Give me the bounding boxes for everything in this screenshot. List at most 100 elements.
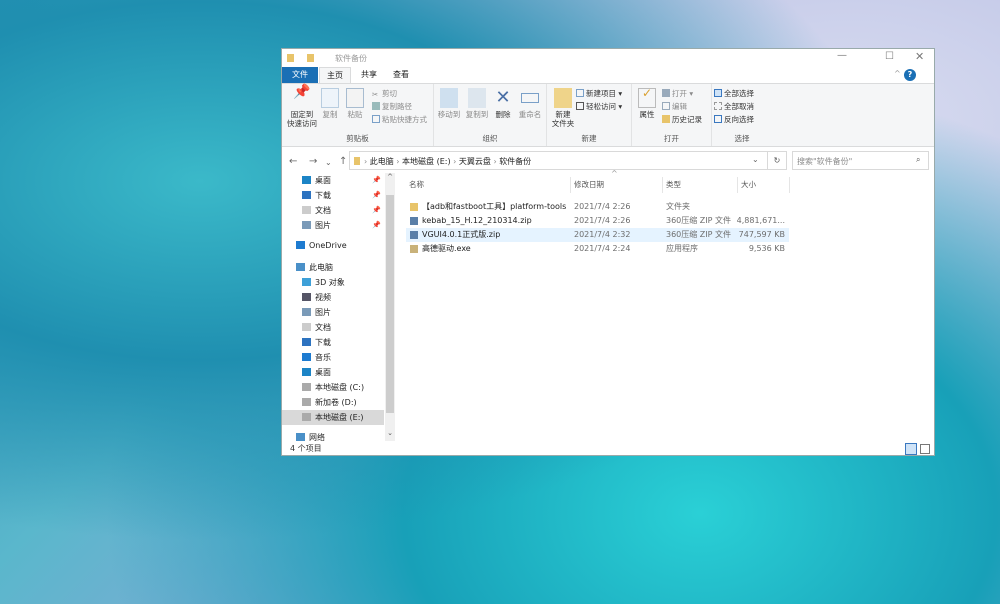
scrollbar-thumb[interactable] — [386, 195, 394, 413]
close-button[interactable]: ✕ — [915, 50, 924, 63]
large-icons-view-button[interactable] — [920, 444, 930, 454]
delete-icon: ✕ — [495, 87, 511, 108]
edit-button[interactable]: 编辑 — [662, 101, 687, 113]
address-row: ← → ⌄ ↑ › 此电脑 › 本地磁盘 (E:) › 天翼云盘 › 软件备份 … — [282, 149, 934, 173]
paste-shortcut-button[interactable]: 粘贴快捷方式 — [372, 114, 427, 126]
column-header-date[interactable]: 修改日期 — [571, 177, 663, 193]
file-size: 9,536 KB — [748, 244, 785, 253]
paste-button[interactable]: 粘贴 — [344, 88, 366, 119]
search-input[interactable]: 搜索"软件备份" ⌕ — [792, 151, 929, 170]
sidebar-item[interactable]: 下载 — [282, 335, 384, 350]
sidebar-item[interactable]: OneDrive — [282, 238, 384, 253]
chevron-down-icon[interactable]: ⌄ — [752, 155, 759, 164]
properties-button[interactable]: ✓ 属性 — [636, 87, 658, 119]
clipboard-group-label: 剪贴板 — [346, 134, 369, 143]
easy-access-icon — [576, 102, 584, 110]
cut-button[interactable]: ✂ 剪切 — [372, 88, 397, 100]
up-button[interactable]: ↑ — [339, 156, 347, 167]
help-icon[interactable]: ? — [904, 69, 916, 81]
file-row[interactable]: VGUI4.0.1正式版.zip 2021/7/4 2:32 360压缩 ZIP 文… — [406, 228, 789, 242]
picture-icon — [302, 221, 311, 229]
sidebar-item[interactable]: 图片 📌 — [282, 218, 384, 233]
sidebar-item[interactable]: 下载 📌 — [282, 188, 384, 203]
sidebar-item-label: 音乐 — [315, 353, 331, 362]
sidebar-item[interactable]: 视频 — [282, 290, 384, 305]
sidebar-item[interactable]: 音乐 — [282, 350, 384, 365]
sidebar-item-label: 文档 — [315, 323, 331, 332]
back-button[interactable]: ← — [289, 156, 297, 167]
collapse-ribbon-icon[interactable]: ^ — [894, 69, 901, 78]
move-to-button[interactable]: 移动到 — [436, 88, 462, 119]
copy-path-button[interactable]: 复制路径 — [372, 101, 412, 113]
sidebar-scrollbar[interactable]: ^ ⌄ — [385, 173, 395, 441]
download-icon — [302, 338, 311, 346]
file-name: 高德驱动.exe — [422, 244, 471, 253]
breadcrumb-item[interactable]: 软件备份 — [499, 157, 531, 166]
select-none-button[interactable]: 全部取消 — [714, 101, 754, 113]
sidebar-item[interactable]: 文档 📌 — [282, 203, 384, 218]
sidebar-item[interactable]: 本地磁盘 (E:) — [282, 410, 384, 425]
easy-access-button[interactable]: 轻松访问 ▾ — [576, 101, 622, 113]
column-header-name[interactable]: 名称 — [406, 177, 571, 193]
rename-button[interactable]: 重命名 — [516, 88, 544, 119]
quick-access-toolbar-icon[interactable] — [307, 54, 314, 62]
pin-quick-access-button[interactable]: 📌 固定到 快速访问 — [285, 84, 319, 128]
pin-icon: 📌 — [293, 84, 311, 100]
tab-home[interactable]: 主页 — [319, 67, 351, 83]
history-button[interactable]: 历史记录 — [662, 114, 702, 126]
tab-view[interactable]: 查看 — [386, 67, 416, 83]
copy-button[interactable]: 复制 — [319, 88, 341, 119]
breadcrumb-item[interactable]: 此电脑 — [370, 157, 394, 166]
sidebar-item[interactable]: 本地磁盘 (C:) — [282, 380, 384, 395]
maximize-button[interactable]: ☐ — [885, 51, 894, 62]
sidebar-item[interactable]: 桌面 — [282, 365, 384, 380]
tab-file[interactable]: 文件 — [282, 67, 318, 83]
search-placeholder: 搜索"软件备份" — [797, 157, 853, 166]
pin-icon: 📌 — [372, 206, 381, 214]
forward-button[interactable]: → — [309, 156, 317, 167]
breadcrumb-item[interactable]: 本地磁盘 (E:) — [402, 157, 451, 166]
history-icon — [662, 115, 670, 123]
sidebar-item-label: 桌面 — [315, 368, 331, 377]
cube-icon — [302, 278, 311, 286]
sidebar-item-label: 本地磁盘 (C:) — [315, 383, 365, 392]
sidebar-item[interactable]: 3D 对象 — [282, 275, 384, 290]
column-header-type[interactable]: 类型 — [663, 177, 738, 193]
select-all-button[interactable]: 全部选择 — [714, 88, 754, 100]
refresh-button[interactable]: ↻ — [767, 151, 787, 170]
file-date: 2021/7/4 2:24 — [574, 244, 631, 253]
file-row[interactable]: 【adb和fastboot工具】platform-tools 2021/7/4 2… — [406, 200, 789, 214]
new-item-button[interactable]: 新建项目 ▾ — [576, 88, 622, 100]
new-folder-button[interactable]: 新建 文件夹 — [550, 88, 576, 128]
file-row[interactable]: kebab_15_H.12_210314.zip 2021/7/4 2:26 360… — [406, 214, 789, 228]
invert-selection-button[interactable]: 反向选择 — [714, 114, 754, 126]
ribbon: 📌 固定到 快速访问 复制 粘贴 ✂ 剪切 复制路径 粘贴快捷方式 剪贴板 移动到 … — [282, 83, 934, 147]
details-view-button[interactable] — [905, 443, 917, 455]
open-button[interactable]: 打开 ▾ — [662, 88, 693, 100]
status-bar: 4 个项目 — [282, 441, 934, 457]
breadcrumb-item[interactable]: 天翼云盘 — [459, 157, 491, 166]
sidebar-item[interactable]: 桌面 📌 — [282, 173, 384, 188]
sidebar-item[interactable]: 图片 — [282, 305, 384, 320]
copy-to-button[interactable]: 复制到 — [464, 88, 490, 119]
copy-path-icon — [372, 102, 380, 110]
refresh-icon: ↻ — [773, 156, 781, 165]
file-name: VGUI4.0.1正式版.zip — [422, 230, 501, 239]
sidebar-item[interactable]: 文档 — [282, 320, 384, 335]
computer-icon — [296, 263, 305, 271]
minimize-button[interactable]: — — [837, 50, 847, 61]
sidebar-item[interactable]: 新加卷 (D:) — [282, 395, 384, 410]
file-size: 747,597 KB — [738, 230, 785, 239]
sidebar-item[interactable]: 此电脑 — [282, 260, 384, 275]
delete-button[interactable]: ✕ 删除 — [492, 87, 514, 120]
document-icon — [302, 206, 311, 214]
recent-locations-button[interactable]: ⌄ — [325, 158, 332, 167]
address-bar[interactable]: › 此电脑 › 本地磁盘 (E:) › 天翼云盘 › 软件备份 ⌄ — [349, 151, 768, 170]
column-header-size[interactable]: 大小 — [738, 177, 790, 193]
file-type: 应用程序 — [666, 244, 698, 253]
exe-icon — [410, 245, 418, 253]
sidebar-item-label: 文档 — [315, 206, 331, 215]
tab-share[interactable]: 共享 — [354, 67, 384, 83]
file-row[interactable]: 高德驱动.exe 2021/7/4 2:24 应用程序 9,536 KB — [406, 242, 789, 256]
ribbon-tabs: 文件 主页 共享 查看 ^ ? — [282, 67, 934, 83]
